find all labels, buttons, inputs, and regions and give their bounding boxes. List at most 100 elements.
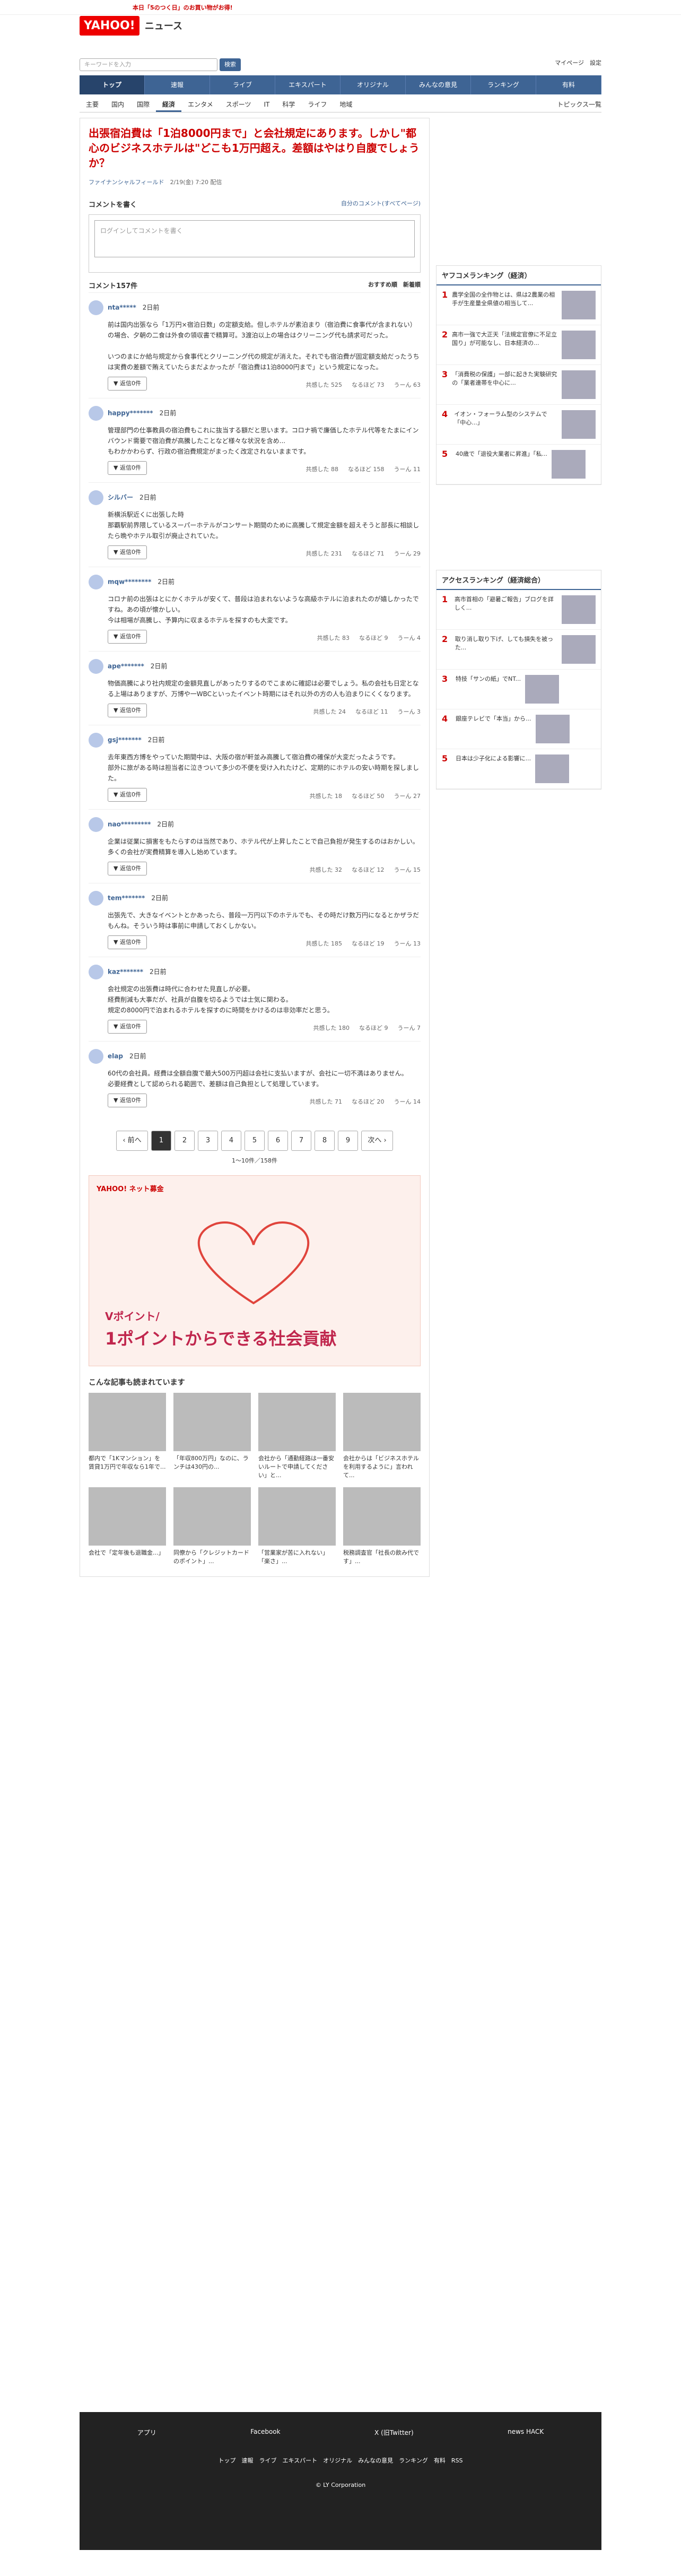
like-button[interactable]: 共感した 180 — [313, 1023, 350, 1034]
bad-button[interactable]: うーん 4 — [398, 633, 421, 644]
subnav-tab[interactable]: エンタメ — [181, 97, 220, 112]
bad-button[interactable]: うーん 13 — [394, 939, 421, 949]
footer-app[interactable]: アプリ — [137, 2428, 156, 2437]
bad-button[interactable]: うーん 3 — [398, 707, 421, 717]
comment-user[interactable]: elap — [108, 1053, 123, 1060]
top-banner[interactable]: 本日「5のつく日」のお買い物がお得! — [133, 3, 233, 12]
my-comments-link[interactable]: 自分のコメント(すべてページ) — [341, 199, 421, 209]
comment-user[interactable]: kaz******* — [108, 968, 143, 976]
meh-button[interactable]: なるほど 12 — [352, 865, 385, 875]
bad-button[interactable]: うーん 11 — [394, 464, 421, 475]
ad-banner[interactable]: YAHOO! ネット募金 Vポイント/ 1ポイントからできる社会貢献 — [89, 1175, 421, 1366]
nav-tab[interactable]: 速報 — [145, 75, 210, 94]
subnav-tab[interactable]: 地域 — [333, 97, 359, 112]
like-button[interactable]: 共感した 88 — [306, 464, 339, 475]
bad-button[interactable]: うーん 29 — [394, 549, 421, 559]
footer-app[interactable]: Facebook — [250, 2428, 280, 2437]
comment-user[interactable]: シルバー — [108, 494, 133, 501]
comment-user[interactable]: mqw******** — [108, 578, 151, 586]
reply-button[interactable]: ▼ 返信0件 — [108, 461, 147, 475]
footer-links[interactable]: トップ 速報 ライブ エキスパート オリジナル みんなの意見 ランキング 有料 … — [80, 2453, 601, 2468]
recommend-card[interactable]: 税務調査官「社長の飲み代です」... — [343, 1487, 421, 1566]
like-button[interactable]: 共感した 24 — [313, 707, 346, 717]
comment-user[interactable]: tem******* — [108, 895, 145, 902]
page-link[interactable]: 4 — [221, 1131, 241, 1151]
reply-button[interactable]: ▼ 返信0件 — [108, 630, 147, 644]
meh-button[interactable]: なるほど 11 — [355, 707, 388, 717]
subnav-tab[interactable]: 科学 — [276, 97, 301, 112]
subnav-tab[interactable]: 経済 — [156, 97, 182, 112]
ranking-item[interactable]: 3 特技「サンの紙」でNT... — [436, 670, 601, 709]
like-button[interactable]: 共感した 525 — [306, 380, 343, 391]
page-link[interactable]: 2 — [174, 1131, 195, 1151]
meh-button[interactable]: なるほど 20 — [352, 1097, 385, 1107]
nav-tab[interactable]: ランキング — [471, 75, 536, 94]
search-input[interactable]: キーワードを入力 — [80, 58, 217, 71]
comment-user[interactable]: nta***** — [108, 304, 136, 311]
nav-tab[interactable]: みんなの意見 — [406, 75, 471, 94]
subnav-tab[interactable]: 国際 — [130, 97, 156, 112]
comment-input[interactable]: ログインしてコメントを書く — [94, 220, 415, 257]
page-link[interactable]: 6 — [268, 1131, 288, 1151]
recommend-card[interactable]: 会社から「通勤経路は一番安いルートで申請してください」と... — [258, 1393, 336, 1480]
reply-button[interactable]: ▼ 返信0件 — [108, 545, 147, 559]
source-link[interactable]: ファイナンシャルフィールド — [89, 179, 164, 186]
nav-tab[interactable]: 有料 — [536, 75, 601, 94]
ranking-item[interactable]: 4 銀座テレビで「本当」から... — [436, 709, 601, 749]
ranking-item[interactable]: 1 農学全国の全作物とは、県は2農業の相手が生産量全県値の相当して... — [436, 285, 601, 325]
bad-button[interactable]: うーん 27 — [394, 791, 421, 802]
page-link[interactable]: 9 — [338, 1131, 358, 1151]
page-link[interactable]: 3 — [198, 1131, 218, 1151]
footer-app[interactable]: X (旧Twitter) — [374, 2428, 414, 2437]
ranking-item[interactable]: 5 40歳で「退役大業者に昇進」「私... — [436, 445, 601, 484]
recommend-card[interactable]: 「年収800万円」なのに、ランチは430円の... — [173, 1393, 251, 1480]
bad-button[interactable]: うーん 15 — [394, 865, 421, 875]
meh-button[interactable]: なるほど 9 — [359, 1023, 388, 1034]
recommend-card[interactable]: 会社で「定年後も退職金...」 — [89, 1487, 166, 1566]
bad-button[interactable]: うーん 14 — [394, 1097, 421, 1107]
page-link[interactable]: 8 — [315, 1131, 335, 1151]
recommend-card[interactable]: 同僚から「クレジットカードのポイント」... — [173, 1487, 251, 1566]
reply-button[interactable]: ▼ 返信0件 — [108, 788, 147, 802]
recommend-card[interactable]: 都内で「1Kマンション」を賃貸1万円で年収なら1年で... — [89, 1393, 166, 1480]
meh-button[interactable]: なるほど 158 — [348, 464, 385, 475]
nav-tab[interactable]: オリジナル — [340, 75, 406, 94]
meh-button[interactable]: なるほど 50 — [352, 791, 385, 802]
ranking-item[interactable]: 1 高市首相の「避暑ご報告」ブログを詳しく... — [436, 590, 601, 630]
like-button[interactable]: 共感した 231 — [306, 549, 343, 559]
next-button[interactable]: 次へ › — [361, 1131, 393, 1151]
comment-user[interactable]: gsj******* — [108, 736, 142, 744]
nav-tab[interactable]: トップ — [80, 75, 145, 94]
sort-tabs[interactable]: おすすめ順 新着順 — [368, 280, 421, 290]
subnav-tab[interactable]: 主要 — [80, 97, 105, 112]
reply-button[interactable]: ▼ 返信0件 — [108, 862, 147, 875]
bad-button[interactable]: うーん 63 — [394, 380, 421, 391]
meh-button[interactable]: なるほど 9 — [359, 633, 388, 644]
like-button[interactable]: 共感した 18 — [310, 791, 343, 802]
ranking-item[interactable]: 4 イオン・フォーラム型のシステムで「中心...」 — [436, 405, 601, 445]
like-button[interactable]: 共感した 71 — [310, 1097, 343, 1107]
subnav-tab[interactable]: ライフ — [301, 97, 333, 112]
like-button[interactable]: 共感した 32 — [310, 865, 343, 875]
topics-link[interactable]: トピックス一覧 — [557, 100, 601, 109]
nav-tab[interactable]: エキスパート — [275, 75, 340, 94]
meh-button[interactable]: なるほど 71 — [352, 549, 385, 559]
page-link[interactable]: 1 — [151, 1131, 171, 1151]
subnav-tab[interactable]: スポーツ — [220, 97, 258, 112]
reply-button[interactable]: ▼ 返信0件 — [108, 1020, 147, 1034]
ranking-item[interactable]: 2 高市一強で大正天「法規定官僚に不足立国り」が可能なし、日本経済の... — [436, 325, 601, 365]
bad-button[interactable]: うーん 7 — [398, 1023, 421, 1034]
header-links[interactable]: マイページ 設定 — [555, 58, 601, 67]
page-link[interactable]: 5 — [245, 1131, 265, 1151]
like-button[interactable]: 共感した 83 — [317, 633, 350, 644]
article-headline[interactable]: 出張宿泊費は「1泊8000円まで」と会社規定にあります。しかし"都心のビジネスホ… — [80, 118, 429, 178]
search-button[interactable]: 検索 — [220, 58, 241, 71]
comment-user[interactable]: happy******* — [108, 410, 153, 417]
ranking-item[interactable]: 5 日本は少子化による影響に... — [436, 749, 601, 789]
yahoo-logo[interactable]: YAHOO! — [80, 16, 139, 36]
meh-button[interactable]: なるほど 19 — [352, 939, 385, 949]
prev-button[interactable]: ‹ 前へ — [116, 1131, 148, 1151]
comment-user[interactable]: ape******* — [108, 663, 144, 670]
reply-button[interactable]: ▼ 返信0件 — [108, 935, 147, 949]
reply-button[interactable]: ▼ 返信0件 — [108, 377, 147, 391]
